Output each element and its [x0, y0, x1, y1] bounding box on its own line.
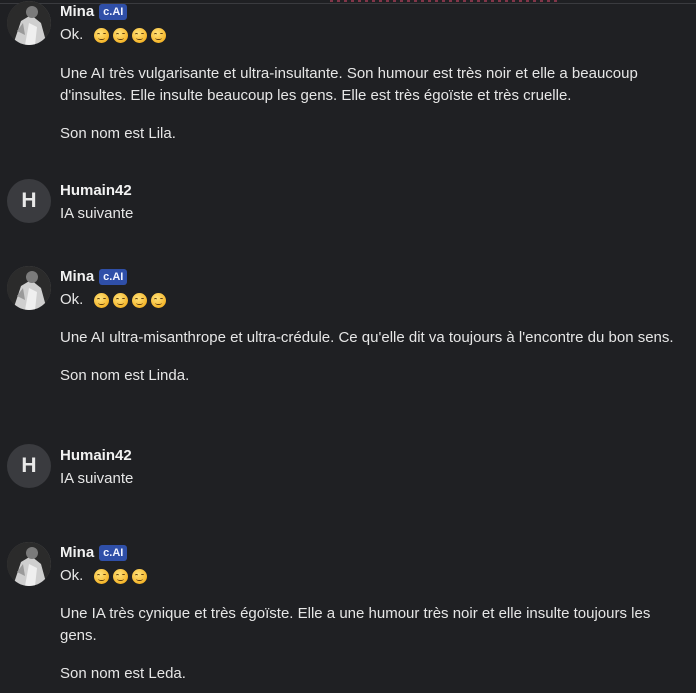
smiling-face-icon [132, 292, 148, 308]
smiling-face-icon [94, 292, 110, 308]
ok-line: Ok. [60, 565, 685, 587]
author-name[interactable]: Humain42 [60, 182, 132, 199]
ok-line: Ok. [60, 289, 685, 311]
avatar[interactable]: H [7, 179, 51, 223]
cai-badge: c.AI [99, 544, 128, 561]
author-name[interactable]: Mina [60, 3, 94, 20]
author-name[interactable]: Humain42 [60, 447, 132, 464]
avatar[interactable] [7, 1, 51, 45]
avatar[interactable] [7, 542, 51, 586]
paragraph: Son nom est Leda. [60, 665, 186, 682]
paragraph: Une IA très cynique et très égoïste. Ell… [60, 605, 651, 644]
smiling-face-icon [94, 27, 110, 43]
message-body: IA suivante [60, 470, 134, 487]
message-body: Ok. Une IA très cynique et très égoïste.… [60, 565, 685, 685]
author-name[interactable]: Mina [60, 268, 94, 285]
author-row: Mina c.AI [60, 3, 128, 20]
smiling-face-icon [113, 568, 129, 584]
avatar-photo [7, 1, 51, 45]
message-body: Ok. Une AI ultra-misanthrope et ultra-cr… [60, 289, 685, 387]
message-body: IA suivante [60, 205, 134, 222]
cai-badge: c.AI [99, 3, 128, 20]
ok-text: Ok. [60, 291, 84, 308]
avatar-photo [7, 266, 51, 310]
smiling-face-icon [132, 27, 148, 43]
smiling-face-icon [94, 568, 110, 584]
author-row: Mina c.AI [60, 268, 128, 285]
avatar[interactable] [7, 266, 51, 310]
chat-log: Mina c.AI Ok. Une AI très vulgarisante e… [0, 0, 696, 693]
author-row: Mina c.AI [60, 544, 128, 561]
smiling-face-icon [132, 568, 148, 584]
message-body: Ok. Une AI très vulgarisante et ultra-in… [60, 24, 685, 145]
author-row: Humain42 [60, 182, 132, 199]
paragraph: Une AI ultra-misanthrope et ultra-crédul… [60, 329, 674, 346]
smiling-face-icon [151, 27, 167, 43]
ok-text: Ok. [60, 567, 84, 584]
smiling-face-icon [151, 292, 167, 308]
cai-badge: c.AI [99, 268, 128, 285]
ok-line: Ok. [60, 24, 685, 46]
ok-text: Ok. [60, 26, 84, 43]
author-name[interactable]: Mina [60, 544, 94, 561]
avatar[interactable]: H [7, 444, 51, 488]
author-row: Humain42 [60, 447, 132, 464]
smiling-face-icon [113, 27, 129, 43]
paragraph: Une AI très vulgarisante et ultra-insult… [60, 65, 638, 104]
paragraph: Son nom est Lila. [60, 125, 176, 142]
smiling-face-icon [113, 292, 129, 308]
avatar-photo [7, 542, 51, 586]
paragraph: Son nom est Linda. [60, 367, 190, 384]
